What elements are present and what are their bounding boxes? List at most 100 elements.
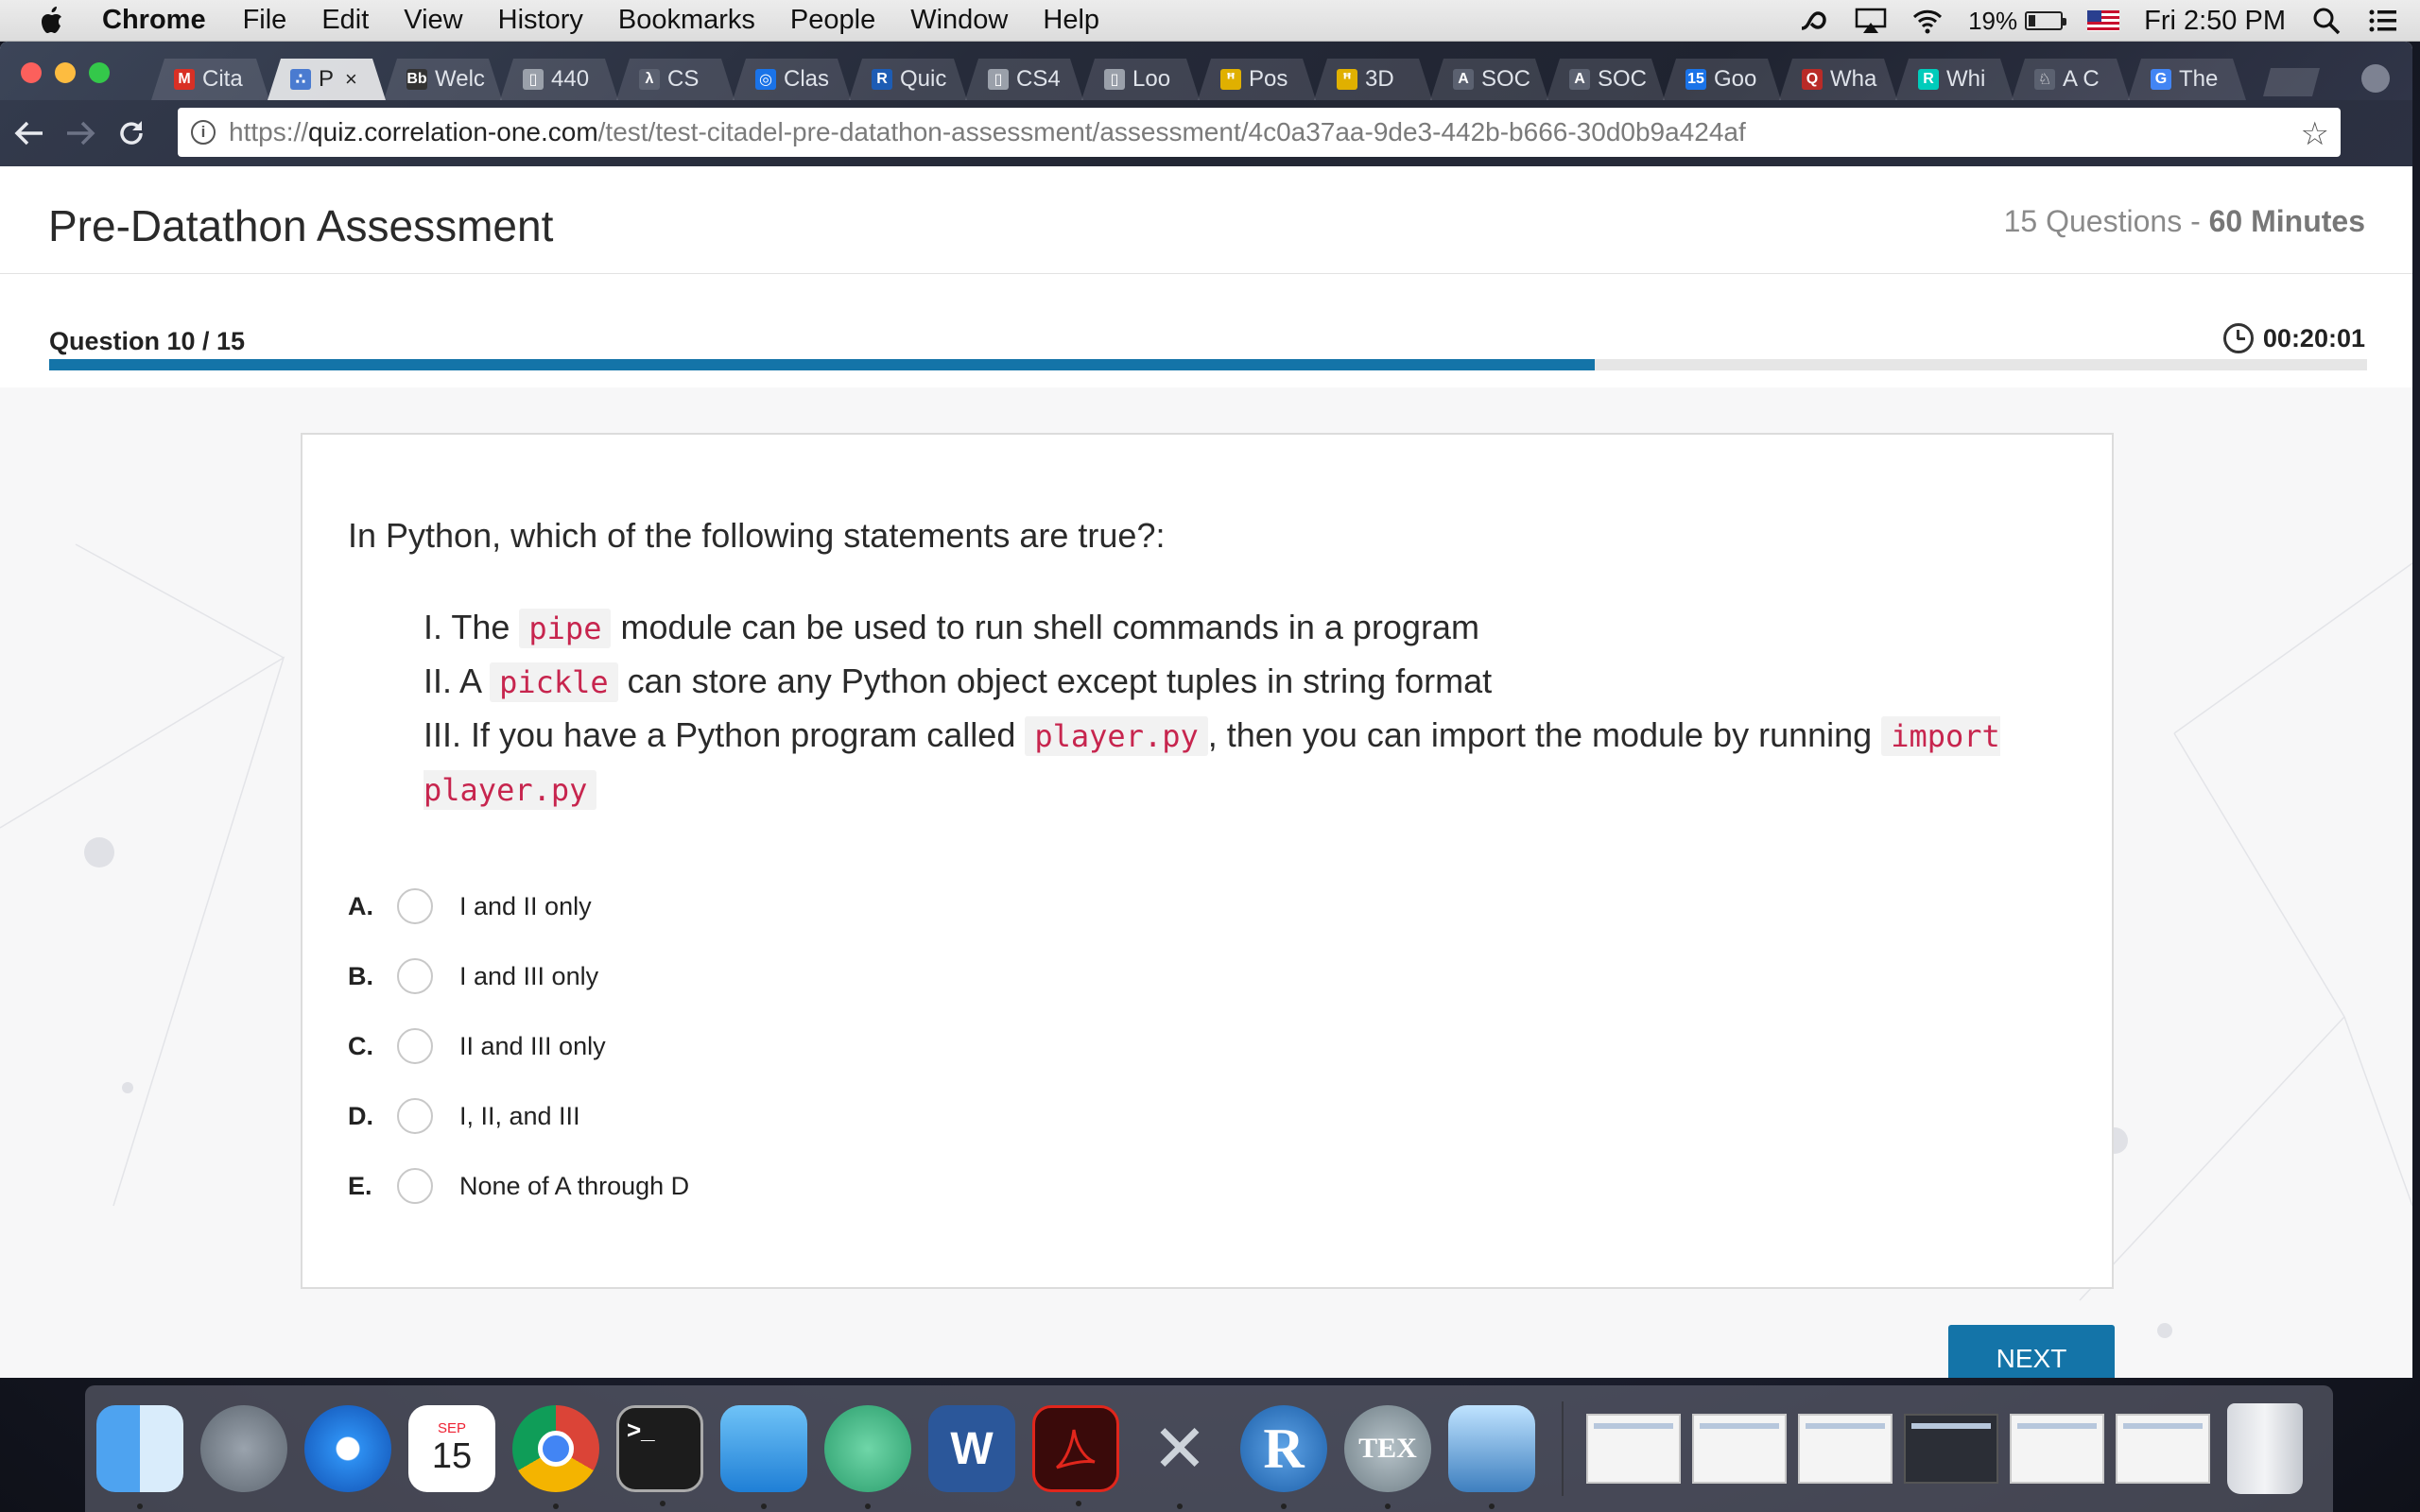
minimized-window-thumbnail[interactable] — [1798, 1414, 1893, 1484]
preview-icon[interactable] — [1448, 1405, 1535, 1509]
notification-center-icon[interactable] — [2367, 7, 2399, 35]
menu-edit[interactable]: Edit — [321, 5, 369, 36]
finder-icon[interactable] — [96, 1405, 183, 1509]
reload-button[interactable] — [110, 112, 153, 155]
browser-tab[interactable]: R Quic — [849, 59, 967, 100]
browser-tab[interactable]: M Cita — [151, 59, 269, 100]
tab-title: SOC — [1598, 66, 1648, 92]
browser-tab[interactable]: ▯ 440 — [500, 59, 618, 100]
safari-icon[interactable] — [304, 1405, 391, 1492]
menu-history[interactable]: History — [498, 5, 583, 36]
choice-d[interactable]: D. I, II, and III — [348, 1081, 689, 1151]
browser-tab[interactable]: Q Wha — [1779, 59, 1897, 100]
minimized-window-thumbnail[interactable] — [1586, 1414, 1681, 1484]
radio-button[interactable] — [397, 1168, 433, 1204]
apple-menu-icon[interactable] — [38, 6, 66, 35]
r-app-icon[interactable]: R — [1240, 1405, 1327, 1509]
browser-tab[interactable]: A SOC — [1547, 59, 1665, 100]
menu-bookmarks[interactable]: Bookmarks — [618, 5, 755, 36]
browser-tab[interactable]: ▯ CS4 — [965, 59, 1083, 100]
tab-title: Goo — [1714, 66, 1757, 92]
us-flag-input-icon[interactable] — [2087, 10, 2120, 31]
browser-tab[interactable]: ꟸ Pos — [1198, 59, 1316, 100]
terminal-icon[interactable]: >_ — [616, 1405, 703, 1506]
statement-text: , then you can import the module by runn… — [1207, 715, 1882, 754]
choice-a[interactable]: A. I and II only — [348, 871, 689, 941]
browser-tab[interactable]: ◎ Clas — [733, 59, 851, 100]
menu-view[interactable]: View — [404, 5, 462, 36]
browser-tab[interactable]: Bb Welc — [384, 59, 502, 100]
choice-label[interactable]: I and III only — [459, 962, 598, 991]
launchpad-icon[interactable] — [200, 1405, 287, 1492]
address-bar[interactable]: i https://quiz.correlation-one.com/test/… — [178, 108, 2341, 157]
quiz-header: Pre-Datathon Assessment 15 Questions - 6… — [0, 166, 2412, 274]
menu-app-chrome[interactable]: Chrome — [102, 5, 206, 36]
xcode-icon[interactable] — [720, 1405, 807, 1509]
minimize-window-button[interactable] — [55, 62, 76, 83]
menubar-clock[interactable]: Fri 2:50 PM — [2144, 6, 2286, 37]
minimized-window-thumbnail[interactable] — [1904, 1414, 1998, 1484]
radio-button[interactable] — [397, 888, 433, 924]
browser-tab[interactable]: G The — [2128, 59, 2246, 100]
question-status-bar: Question 10 / 15 00:20:01 — [0, 274, 2412, 387]
minimized-window-thumbnail[interactable] — [2116, 1414, 2210, 1484]
browser-tab[interactable]: A SOC — [1430, 59, 1548, 100]
zoom-window-button[interactable] — [89, 62, 110, 83]
back-button[interactable] — [8, 112, 51, 155]
word-icon[interactable]: W — [928, 1405, 1015, 1492]
atom-icon[interactable] — [824, 1405, 911, 1509]
acrobat-icon[interactable] — [1032, 1405, 1119, 1506]
dock-separator — [1562, 1401, 1564, 1496]
menu-file[interactable]: File — [243, 5, 287, 36]
browser-tab[interactable]: 15 Goo — [1663, 59, 1781, 100]
x11-icon[interactable]: ✕ — [1136, 1405, 1223, 1509]
choice-c[interactable]: C. II and III only — [348, 1011, 689, 1081]
quora-icon: Q — [1802, 69, 1823, 90]
trash-icon[interactable] — [2227, 1403, 2303, 1494]
browser-tab[interactable]: ♘ A C — [2012, 59, 2130, 100]
radio-button[interactable] — [397, 1098, 433, 1134]
site-info-icon[interactable]: i — [191, 120, 216, 145]
tex-icon[interactable]: TEX — [1344, 1405, 1431, 1509]
creative-cloud-icon[interactable] — [1798, 7, 1830, 35]
minimized-window-thumbnail[interactable] — [1692, 1414, 1787, 1484]
r-icon: R — [872, 69, 892, 90]
menu-people[interactable]: People — [790, 5, 875, 36]
calendar-icon: 15 — [1685, 69, 1706, 90]
choice-label[interactable]: II and III only — [459, 1032, 606, 1061]
menu-window[interactable]: Window — [910, 5, 1008, 36]
browser-tab[interactable]: λ CS — [616, 59, 735, 100]
choice-e[interactable]: E. None of A through D — [348, 1151, 689, 1221]
choice-label[interactable]: None of A through D — [459, 1172, 689, 1201]
timer: 00:20:01 — [2222, 323, 2365, 353]
radio-button[interactable] — [397, 1028, 433, 1064]
forward-button[interactable] — [59, 112, 102, 155]
statement-text: II. A — [424, 662, 491, 700]
chrome-app-icon[interactable] — [512, 1405, 599, 1509]
new-tab-button[interactable] — [2263, 68, 2320, 96]
spotlight-search-icon[interactable] — [2310, 7, 2342, 35]
profile-avatar-icon[interactable] — [2361, 64, 2390, 93]
wifi-icon[interactable] — [1911, 7, 1944, 35]
close-window-button[interactable] — [21, 62, 42, 83]
tab-title: 3D — [1365, 66, 1394, 92]
browser-tab[interactable]: R Whi — [1895, 59, 2014, 100]
calendar-icon[interactable]: SEP 15 — [408, 1405, 495, 1492]
quiz-meta: 15 Questions - 60 Minutes — [2004, 204, 2365, 239]
choice-label[interactable]: I and II only — [459, 892, 592, 921]
bookmark-star-icon[interactable]: ☆ — [2301, 115, 2329, 153]
browser-tab[interactable]: ▯ Loo — [1081, 59, 1200, 100]
airplay-icon[interactable] — [1855, 7, 1887, 35]
choice-label[interactable]: I, II, and III — [459, 1102, 580, 1131]
minimized-window-thumbnail[interactable] — [2010, 1414, 2104, 1484]
tab-title: CS — [667, 66, 700, 92]
browser-tab[interactable]: ∴ P × — [268, 59, 386, 100]
progress-bar — [49, 359, 2367, 370]
choice-b[interactable]: B. I and III only — [348, 941, 689, 1011]
next-button[interactable]: NEXT — [1948, 1325, 2115, 1378]
close-tab-icon[interactable]: × — [345, 67, 357, 92]
menu-help[interactable]: Help — [1043, 5, 1099, 36]
browser-tab[interactable]: ꟸ 3D — [1314, 59, 1432, 100]
battery-indicator[interactable]: 19% — [1968, 7, 2067, 36]
radio-button[interactable] — [397, 958, 433, 994]
